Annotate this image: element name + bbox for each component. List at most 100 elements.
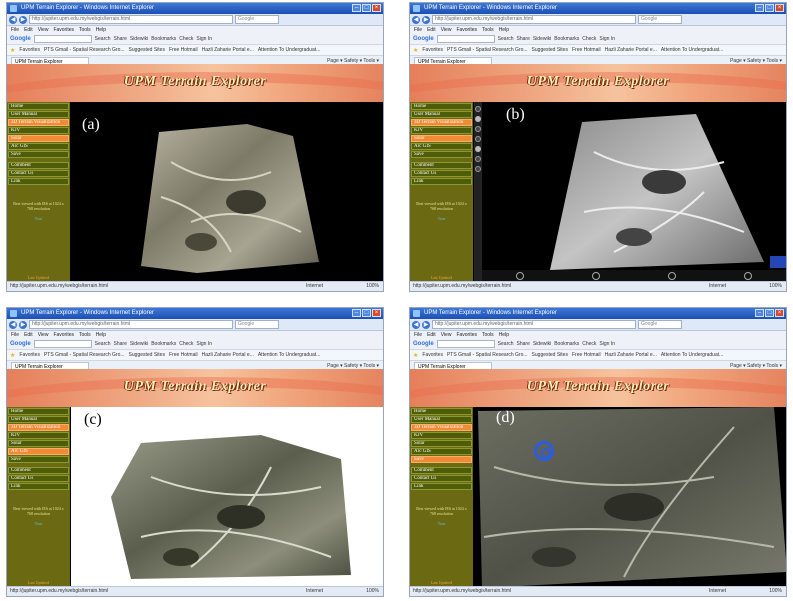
google-bookmarks-button[interactable]: Bookmarks xyxy=(554,341,579,347)
menu-view[interactable]: View xyxy=(441,331,452,339)
google-check-button[interactable]: Check xyxy=(582,341,596,347)
maximize-button[interactable]: □ xyxy=(765,309,774,317)
google-search-button[interactable]: Search xyxy=(498,36,514,42)
forward-icon[interactable]: ▶ xyxy=(19,15,27,24)
terrain-viewer[interactable] xyxy=(474,102,786,282)
close-button[interactable]: × xyxy=(775,309,784,317)
favorites-link[interactable]: Free Hotmail xyxy=(572,352,601,358)
favorites-link[interactable]: Attention To Undergraduat... xyxy=(661,47,723,53)
menu-tools[interactable]: Tools xyxy=(482,26,494,34)
minimize-button[interactable]: – xyxy=(755,309,764,317)
google-search-input[interactable] xyxy=(33,35,92,43)
back-icon[interactable]: ◀ xyxy=(9,15,17,24)
control-button-icon[interactable] xyxy=(592,272,600,280)
nav-save[interactable]: Save xyxy=(411,151,472,158)
maximize-button[interactable]: □ xyxy=(362,4,371,12)
nav-user-manual[interactable]: User Manual xyxy=(411,111,472,118)
favorites-link[interactable]: Hazli Zaharie Portal e... xyxy=(202,47,254,53)
nav-kjv[interactable]: KJV xyxy=(8,432,69,439)
menu-favorites[interactable]: Favorites xyxy=(456,331,477,339)
zoom-level[interactable]: 100% xyxy=(769,587,782,596)
nav-solar[interactable]: Solar xyxy=(8,135,69,142)
google-check-button[interactable]: Check xyxy=(582,36,596,42)
menu-favorites[interactable]: Favorites xyxy=(53,26,74,34)
url-input[interactable]: http://jupiter.upm.edu.my/webgis/terrain… xyxy=(29,15,233,24)
nav-kjv[interactable]: KJV xyxy=(8,127,69,134)
nav-link[interactable]: Link xyxy=(8,178,69,185)
nav-3d-terrain[interactable]: 3D Terrain Visualization xyxy=(411,424,472,431)
google-sidewiki-button[interactable]: Sidewiki xyxy=(130,36,148,42)
nav-arcgis[interactable]: Arc GIS xyxy=(411,448,472,455)
google-sidewiki-button[interactable]: Sidewiki xyxy=(533,341,551,347)
menu-favorites[interactable]: Favorites xyxy=(456,26,477,34)
nav-link[interactable]: Link xyxy=(411,483,472,490)
minimize-button[interactable]: – xyxy=(755,4,764,12)
nav-comment[interactable]: Comment xyxy=(411,162,472,169)
search-input[interactable]: Google xyxy=(638,320,682,329)
favorites-label[interactable]: Favorites xyxy=(422,47,443,53)
nav-user-manual[interactable]: User Manual xyxy=(8,416,69,423)
back-icon[interactable]: ◀ xyxy=(412,15,420,24)
nav-home[interactable]: Home xyxy=(8,408,69,415)
nav-arcgis[interactable]: Arc GIS xyxy=(8,448,69,455)
url-input[interactable]: http://jupiter.upm.edu.my/webgis/terrain… xyxy=(432,320,636,329)
back-icon[interactable]: ◀ xyxy=(412,320,420,329)
nav-contact[interactable]: Contact Us xyxy=(8,475,69,482)
navigation-compass[interactable] xyxy=(770,256,786,268)
close-button[interactable]: × xyxy=(372,4,381,12)
favorites-link[interactable]: Attention To Undergraduat... xyxy=(258,352,320,358)
tour-link[interactable]: Tour xyxy=(7,521,70,526)
control-button-icon[interactable] xyxy=(744,272,752,280)
nav-contact[interactable]: Contact Us xyxy=(8,170,69,177)
nav-arcgis[interactable]: Arc GIS xyxy=(411,143,472,150)
google-sidewiki-button[interactable]: Sidewiki xyxy=(533,36,551,42)
nav-user-manual[interactable]: User Manual xyxy=(8,111,69,118)
nav-arcgis[interactable]: Arc GIS xyxy=(8,143,69,150)
google-check-button[interactable]: Check xyxy=(179,341,193,347)
menu-view[interactable]: View xyxy=(38,331,49,339)
favorites-link[interactable]: Free Hotmail xyxy=(572,47,601,53)
forward-icon[interactable]: ▶ xyxy=(422,320,430,329)
favorites-link[interactable]: PTS Gmail - Spatial Research Gro... xyxy=(44,47,125,53)
menu-edit[interactable]: Edit xyxy=(24,331,33,339)
terrain-viewer[interactable] xyxy=(71,407,383,587)
tour-link[interactable]: Tour xyxy=(7,216,70,221)
menu-view[interactable]: View xyxy=(38,26,49,34)
nav-comment[interactable]: Comment xyxy=(8,162,69,169)
favorites-link[interactable]: Suggested Sites xyxy=(532,352,568,358)
back-icon[interactable]: ◀ xyxy=(9,320,17,329)
menu-tools[interactable]: Tools xyxy=(482,331,494,339)
nav-3d-terrain[interactable]: 3D Terrain Visualization xyxy=(411,119,472,126)
nav-link[interactable]: Link xyxy=(411,178,472,185)
favorites-star-icon[interactable]: ★ xyxy=(10,47,15,54)
google-share-button[interactable]: Share xyxy=(114,341,127,347)
favorites-star-icon[interactable]: ★ xyxy=(413,352,418,359)
favorites-link[interactable]: Suggested Sites xyxy=(532,47,568,53)
nav-solar[interactable]: Solar xyxy=(411,440,472,447)
menu-tools[interactable]: Tools xyxy=(79,331,91,339)
favorites-link[interactable]: Hazli Zaharie Portal e... xyxy=(605,352,657,358)
nav-comment[interactable]: Comment xyxy=(8,467,69,474)
nav-3d-terrain[interactable]: 3D Terrain Visualization xyxy=(8,424,69,431)
nav-kjv[interactable]: KJV xyxy=(411,127,472,134)
menu-file[interactable]: File xyxy=(414,26,422,34)
google-search-button[interactable]: Search xyxy=(498,341,514,347)
google-bookmarks-button[interactable]: Bookmarks xyxy=(554,36,579,42)
favorites-link[interactable]: Hazli Zaharie Portal e... xyxy=(605,47,657,53)
google-signin-button[interactable]: Sign In xyxy=(599,36,615,42)
menu-help[interactable]: Help xyxy=(499,26,509,34)
google-search-button[interactable]: Search xyxy=(95,341,111,347)
search-input[interactable]: Google xyxy=(235,15,279,24)
favorites-label[interactable]: Favorites xyxy=(19,47,40,53)
favorites-link[interactable]: PTS Gmail - Spatial Research Gro... xyxy=(447,47,528,53)
google-search-input[interactable] xyxy=(33,340,92,348)
close-button[interactable]: × xyxy=(372,309,381,317)
google-share-button[interactable]: Share xyxy=(517,341,530,347)
nav-contact[interactable]: Contact Us xyxy=(411,170,472,177)
favorites-link[interactable]: Hazli Zaharie Portal e... xyxy=(202,352,254,358)
nav-save[interactable]: Save xyxy=(411,456,472,463)
google-signin-button[interactable]: Sign In xyxy=(599,341,615,347)
google-bookmarks-button[interactable]: Bookmarks xyxy=(151,341,176,347)
menu-edit[interactable]: Edit xyxy=(427,331,436,339)
maximize-button[interactable]: □ xyxy=(362,309,371,317)
